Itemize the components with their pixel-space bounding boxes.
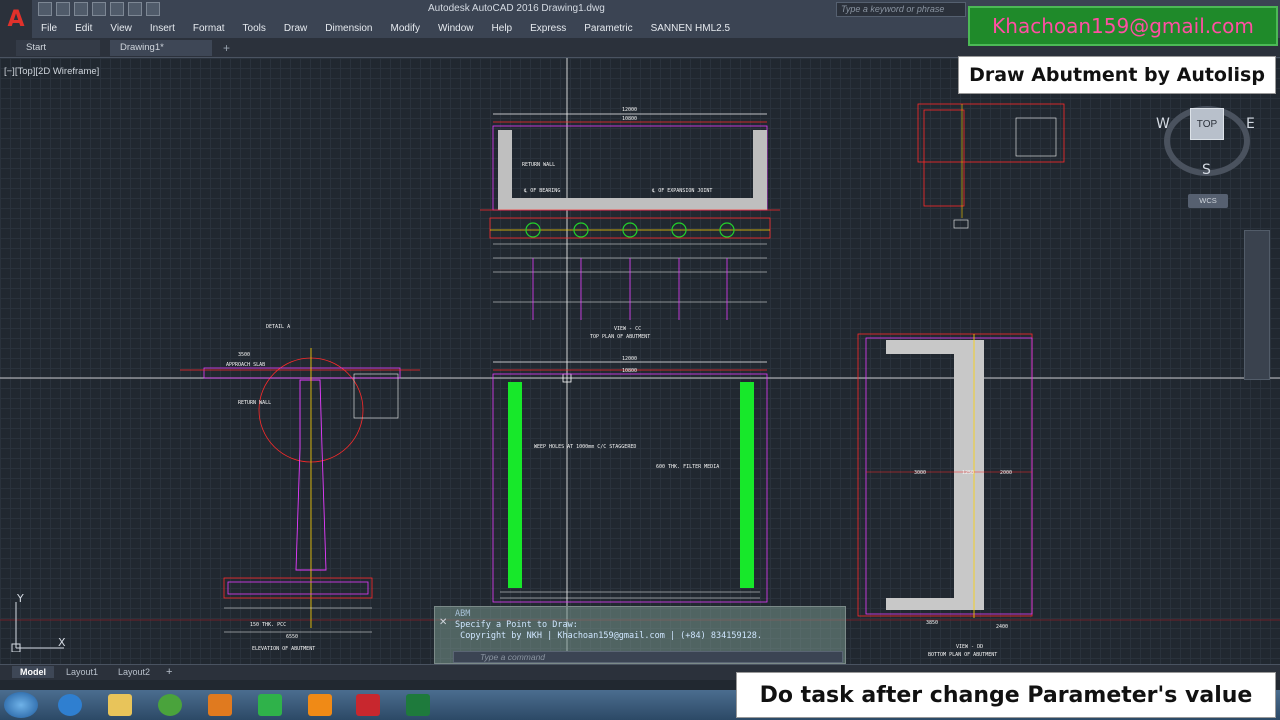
elevation-title: ELEVATION OF ABUTMENT [252,646,315,652]
save-as-icon[interactable] [92,2,106,16]
open-icon[interactable] [56,2,70,16]
svg-text:10800: 10800 [622,116,637,122]
ucs-icon: Y X [11,592,66,652]
svg-text:DETAIL A: DETAIL A [266,324,290,330]
top-plan-view: 12000 10800 RETURN WALL ℄ OF BEARING ℄ O… [480,107,780,340]
key-plan [917,103,1065,229]
tab-drawing1[interactable]: Drawing1* [110,40,212,56]
svg-text:12000: 12000 [622,107,637,113]
menu-dimension[interactable]: Dimension [316,23,381,34]
svg-text:℄ OF EXPANSION JOINT: ℄ OF EXPANSION JOINT [651,188,712,194]
menu-draw[interactable]: Draw [275,23,316,34]
svg-text:1250: 1250 [962,470,974,476]
menu-help[interactable]: Help [483,23,522,34]
tab-model[interactable]: Model [12,666,54,678]
ucs-x-label: X [58,636,66,649]
menu-parametric[interactable]: Parametric [575,23,641,34]
windows-start-icon[interactable] [4,692,38,718]
vlc-icon[interactable] [308,694,332,716]
close-icon[interactable]: ✕ [439,617,447,628]
bottom-plan-subtitle: BOTTOM PLAN OF ABUTMENT [928,652,997,658]
application-menu-button[interactable]: A [0,0,32,38]
autocad-window: Autodesk AutoCAD 2016 Drawing1.dwg Type … [0,0,1280,720]
redo-icon[interactable] [146,2,160,16]
menu-format[interactable]: Format [184,23,234,34]
svg-text:WEEP HOLES AT 1000mm C/C STAGG: WEEP HOLES AT 1000mm C/C STAGGERED [534,444,636,450]
cad-drawing: 12000 10800 RETURN WALL ℄ OF BEARING ℄ O… [0,58,1280,664]
menu-express[interactable]: Express [521,23,575,34]
menu-insert[interactable]: Insert [141,23,184,34]
search-input[interactable]: Type a keyword or phrase [836,2,966,17]
title-banner: Draw Abutment by Autolisp [958,56,1276,94]
command-input[interactable]: Type a command [453,651,843,663]
tab-layout2[interactable]: Layout2 [110,666,158,678]
filter-media-right [740,382,754,588]
svg-text:600 THK. FILTER MEDIA: 600 THK. FILTER MEDIA [656,464,719,470]
svg-text:3500: 3500 [238,352,250,358]
compass-south[interactable]: S [1202,162,1211,178]
compass-west[interactable]: W [1156,116,1170,132]
menu-edit[interactable]: Edit [66,23,101,34]
svg-text:2400: 2400 [996,624,1008,630]
viewcube-top-face[interactable]: TOP [1190,108,1224,140]
bottom-plan-view: 3000 1250 2000 3850 2400 VIEW - DD BOTTO… [857,333,1033,658]
top-plan-title: VIEW - CC [614,326,641,332]
file-explorer-icon[interactable] [108,694,132,716]
svg-text:3000: 3000 [914,470,926,476]
svg-text:RETURN WALL: RETURN WALL [238,400,271,406]
compass-east[interactable]: E [1246,116,1255,132]
excel-icon[interactable] [406,694,430,716]
svg-text:6550: 6550 [286,634,298,640]
app-icon[interactable] [158,694,182,716]
new-icon[interactable] [38,2,52,16]
ucs-y-label: Y [16,592,24,605]
section-view: 12000 10800 WEEP HOLES AT 1000mm C/C STA… [492,356,768,603]
svg-text:2000: 2000 [1000,470,1012,476]
autocad-taskbar-icon[interactable] [356,694,380,716]
svg-text:℄ OF BEARING: ℄ OF BEARING [523,188,560,194]
drawing-canvas[interactable]: [−][Top][2D Wireframe] 12000 10800 RETUR… [0,58,1280,664]
svg-text:10800: 10800 [622,368,637,374]
menu-tools[interactable]: Tools [234,23,275,34]
menu-view[interactable]: View [101,23,141,34]
media-player-icon[interactable] [208,694,232,716]
navigation-bar[interactable] [1244,230,1270,380]
quick-access-toolbar [38,2,160,16]
email-banner: Khachoan159@gmail.com [968,6,1278,46]
svg-text:12000: 12000 [622,356,637,362]
tab-layout1[interactable]: Layout1 [58,666,106,678]
viewcube[interactable]: TOP W E S WCS [1156,100,1256,220]
autocad-logo-icon: A [7,6,25,32]
filter-media-left [508,382,522,588]
svg-text:3850: 3850 [926,620,938,626]
bottom-plan-title: VIEW - DD [956,644,983,650]
camtasia-icon[interactable] [258,694,282,716]
new-tab-button[interactable]: + [218,40,238,56]
save-icon[interactable] [74,2,88,16]
print-icon[interactable] [110,2,124,16]
internet-explorer-icon[interactable] [58,694,82,716]
command-line-window[interactable]: ✕ ABM Specify a Point to Draw: Copyright … [434,606,846,664]
undo-icon[interactable] [128,2,142,16]
task-banner: Do task after change Parameter's value [736,672,1276,718]
svg-text:RETURN WALL: RETURN WALL [522,162,555,168]
svg-text:150 THK. PCC: 150 THK. PCC [250,622,286,628]
menu-file[interactable]: File [32,23,66,34]
window-title: Autodesk AutoCAD 2016 Drawing1.dwg [428,3,605,14]
command-history: ABM Specify a Point to Draw: Copyright by… [455,609,763,641]
svg-text:APPROACH SLAB: APPROACH SLAB [226,362,265,368]
tab-start[interactable]: Start [16,40,100,56]
menu-modify[interactable]: Modify [382,23,429,34]
new-layout-button[interactable]: + [162,666,176,678]
wcs-menu[interactable]: WCS [1188,194,1228,208]
menu-sannen[interactable]: SANNEN HML2.5 [642,23,739,34]
menu-window[interactable]: Window [429,23,483,34]
top-plan-subtitle: TOP PLAN OF ABUTMENT [590,334,650,340]
elevation-view: DETAIL A APPROACH SLAB RETURN WALL 3500 … [180,324,420,652]
